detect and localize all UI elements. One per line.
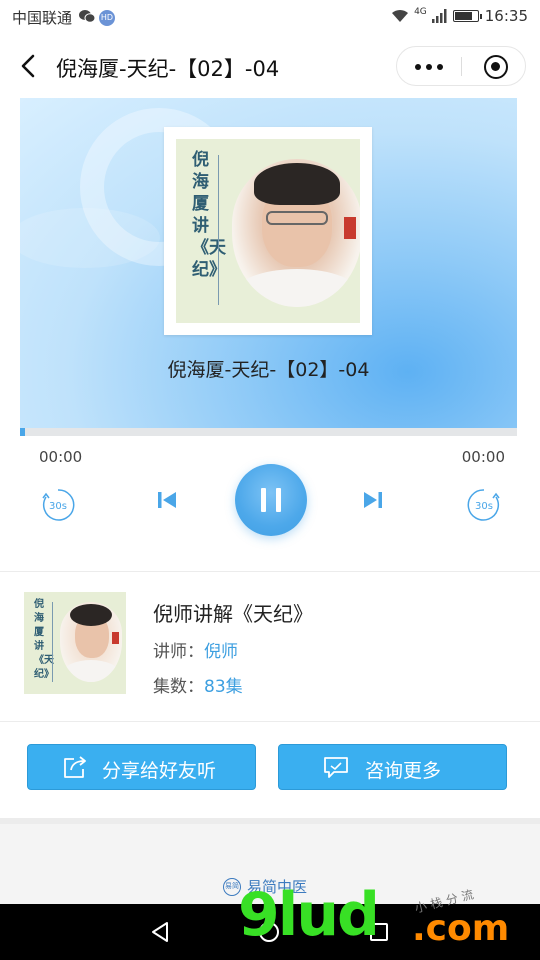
- skip-forward-label: 30s: [475, 501, 493, 512]
- cover-artwork: 倪海厦讲《天纪》: [176, 139, 360, 323]
- chat-icon: [324, 757, 348, 778]
- lecturer-row: 讲师：倪师: [153, 637, 238, 662]
- more-icon[interactable]: [413, 63, 445, 71]
- next-track-icon[interactable]: [362, 489, 384, 511]
- brand-name: 易简中医: [247, 878, 308, 896]
- episodes-row: 集数：83集: [153, 672, 243, 697]
- network-type: 4G: [414, 7, 427, 17]
- nav-bar: 倪海厦-天纪-【02】-04: [0, 34, 540, 98]
- brand-logo-icon: 易简: [223, 877, 241, 896]
- rewind-30s-icon: 30s: [42, 489, 75, 521]
- system-home-icon[interactable]: [259, 922, 279, 942]
- divider: [0, 571, 540, 572]
- carrier-name: 中国联通: [12, 9, 73, 27]
- skip-back-30s-button[interactable]: 30s: [38, 485, 78, 525]
- course-title[interactable]: 倪师讲解《天纪》: [153, 598, 313, 627]
- pause-icon-bar: [276, 488, 281, 512]
- signal-icon: [431, 9, 447, 23]
- status-bar: 中国联通 HD 4G 16:35: [0, 0, 540, 34]
- miniprogram-capsule: [396, 46, 526, 86]
- share-icon: [64, 756, 86, 778]
- status-right: 4G 16:35: [391, 7, 528, 25]
- album-cover: 倪海厦讲《天纪》: [164, 127, 372, 335]
- episodes-count: 83集: [204, 677, 243, 697]
- share-to-friends-button[interactable]: 分享给好友听: [27, 744, 256, 790]
- course-thumbnail[interactable]: 倪海厦讲《天纪》: [24, 592, 126, 694]
- consult-button-label: 咨询更多: [365, 760, 442, 782]
- total-time: 00:00: [461, 448, 505, 466]
- forward-30s-icon: 30s: [467, 489, 500, 521]
- consult-more-button[interactable]: 咨询更多: [278, 744, 507, 790]
- system-back-icon[interactable]: [150, 921, 170, 943]
- cover-title-text: 倪海厦讲《天纪》: [192, 150, 226, 280]
- red-seal-stamp: [344, 217, 356, 239]
- footer-brand: 易简 易简中医: [223, 876, 307, 897]
- divider: [0, 721, 540, 722]
- wechat-icon: [79, 10, 95, 23]
- skip-back-label: 30s: [49, 501, 67, 512]
- episodes-label: 集数：: [153, 677, 204, 697]
- page-title: 倪海厦-天纪-【02】-04: [56, 57, 280, 81]
- lecturer-portrait: [232, 159, 360, 307]
- share-button-label: 分享给好友听: [102, 760, 217, 782]
- pause-button[interactable]: [235, 464, 307, 536]
- system-recents-icon[interactable]: [370, 923, 388, 941]
- pause-icon: [261, 488, 266, 512]
- current-time: 00:00: [39, 448, 83, 466]
- thumbnail-seal-stamp: [112, 632, 119, 644]
- progress-fill: [20, 428, 25, 436]
- system-navigation-bar: [0, 904, 540, 960]
- battery-icon: [452, 10, 482, 22]
- cover-divider-line: [218, 155, 219, 305]
- close-miniprogram-icon[interactable]: [484, 55, 508, 79]
- progress-bar[interactable]: [20, 428, 517, 436]
- player-card: 倪海厦讲《天纪》 倪海厦-天纪-【02】-04: [20, 98, 517, 432]
- lecturer-name[interactable]: 倪师: [204, 642, 238, 662]
- back-arrow-icon[interactable]: [16, 52, 42, 80]
- clock: 16:35: [484, 7, 528, 25]
- skip-forward-30s-button[interactable]: 30s: [464, 485, 504, 525]
- wifi-icon: [392, 9, 409, 22]
- track-title: 倪海厦-天纪-【02】-04: [167, 359, 370, 381]
- hd-badge-icon: HD: [99, 10, 115, 26]
- previous-track-icon[interactable]: [156, 489, 178, 511]
- thumbnail-divider-line: [52, 602, 53, 682]
- lecturer-label: 讲师：: [153, 642, 204, 662]
- thumbnail-title-text: 倪海厦讲《天纪》: [34, 599, 54, 680]
- capsule-divider: [461, 57, 462, 76]
